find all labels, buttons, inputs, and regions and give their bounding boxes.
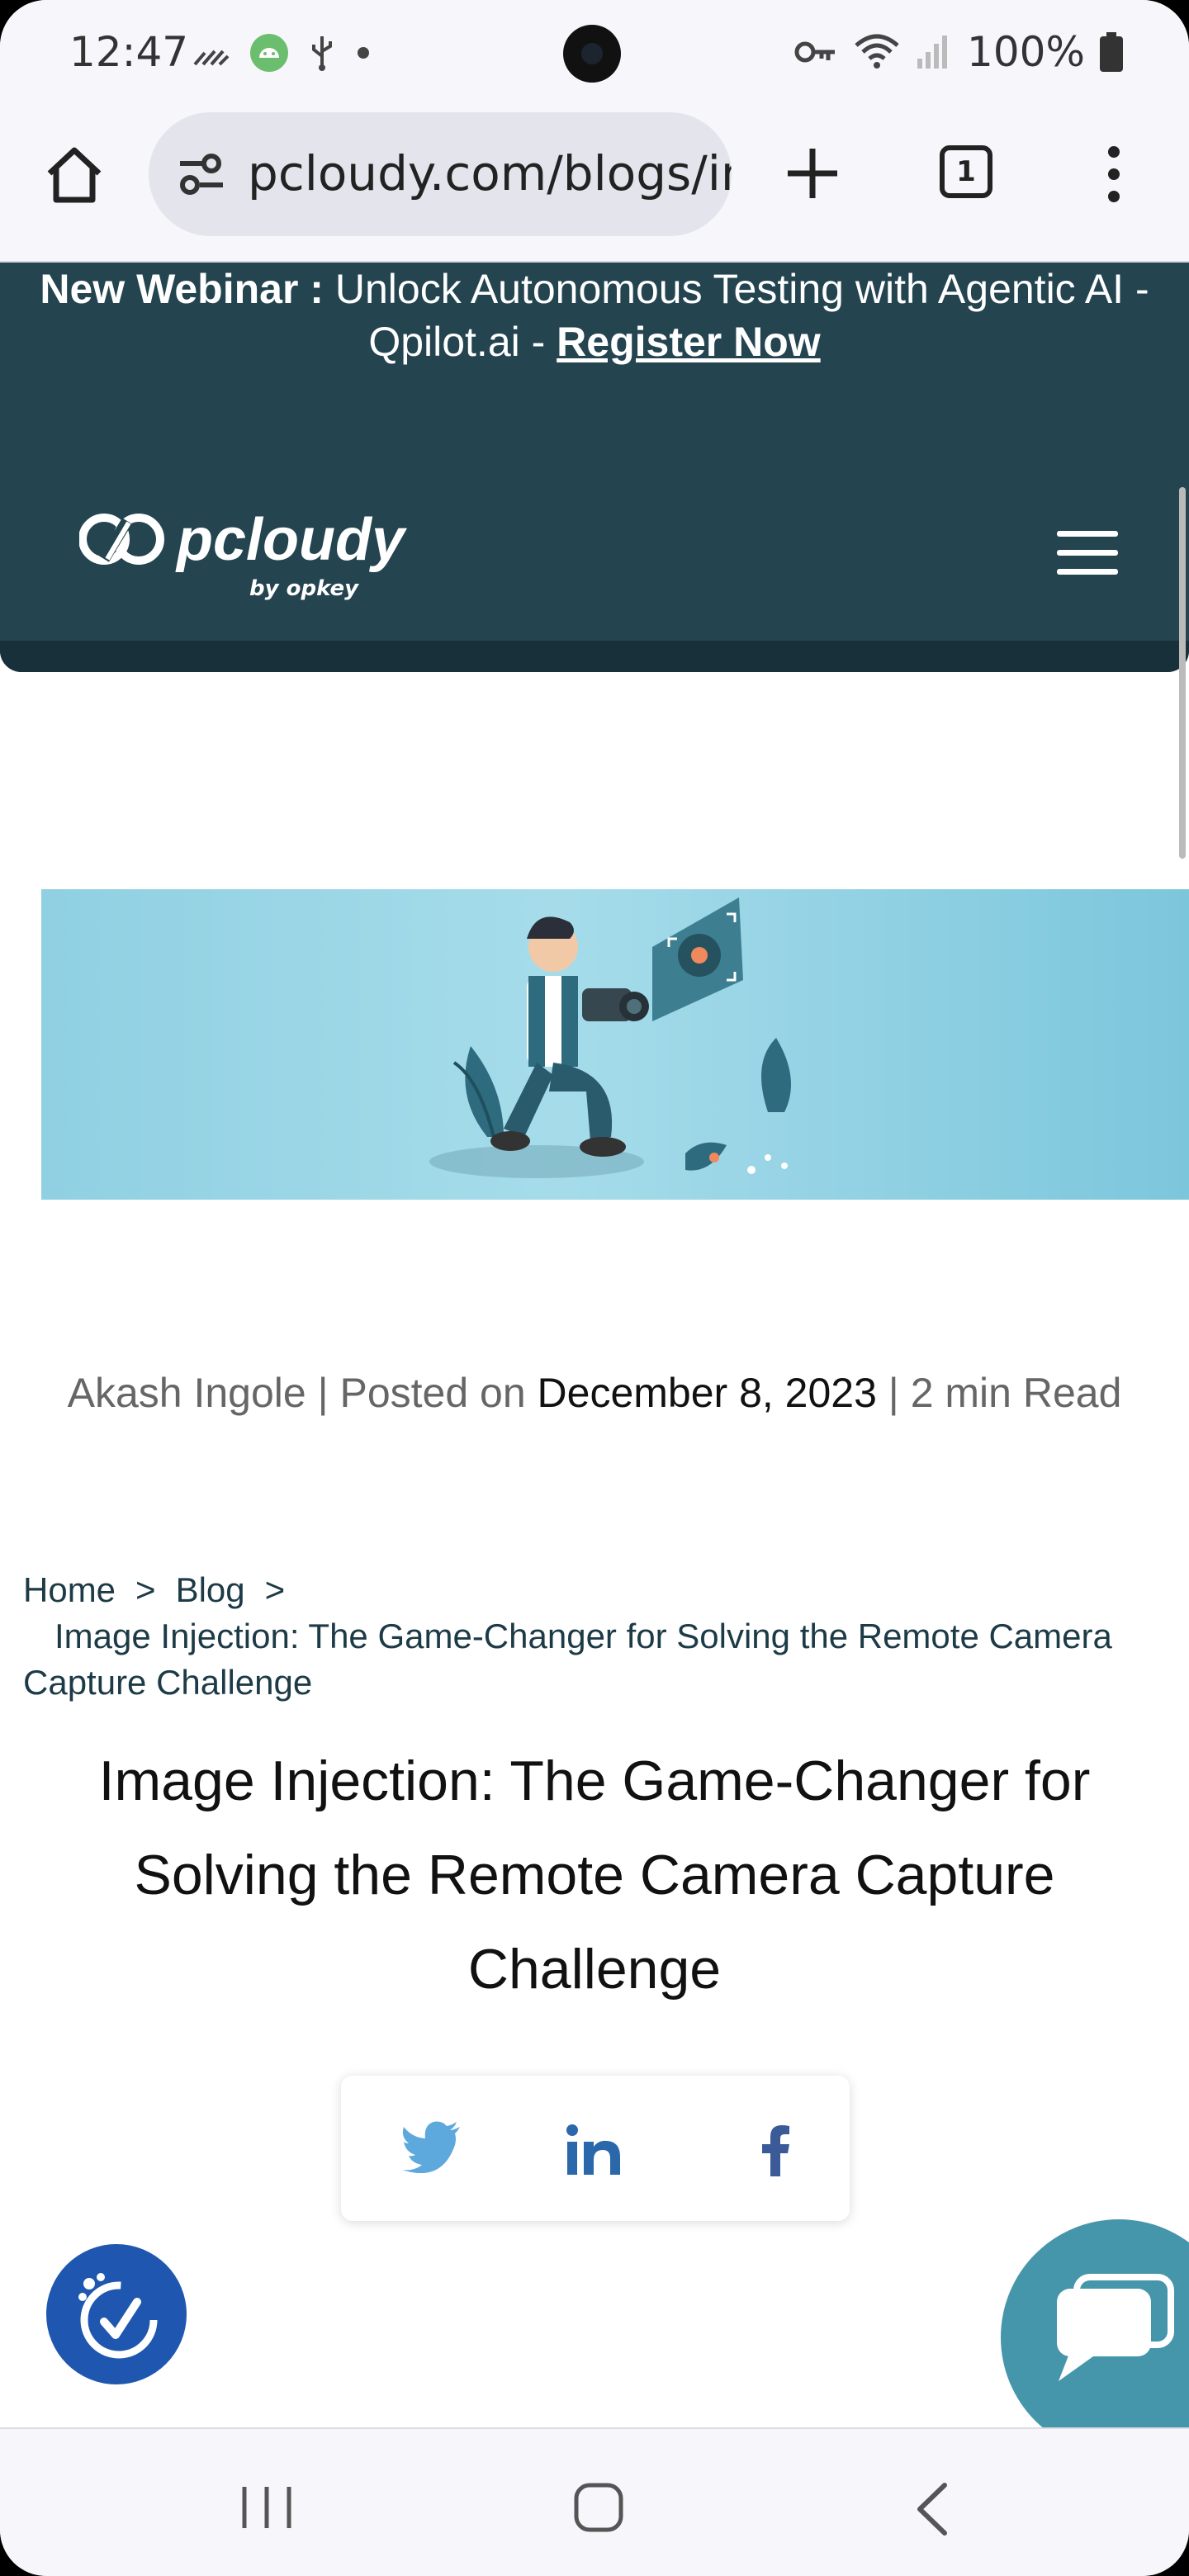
chat-button[interactable] <box>1001 2219 1189 2455</box>
breadcrumb-current: Image Injection: The Game-Changer for So… <box>23 1617 1112 1702</box>
share-bar <box>341 2076 850 2221</box>
recent-apps-icon[interactable] <box>239 2484 294 2531</box>
home-icon[interactable] <box>41 142 107 208</box>
brand-name: pcloudy <box>177 507 405 573</box>
status-time: 12:47 <box>69 28 189 76</box>
site-header: New Webinar : Unlock Autonomous Testing … <box>0 263 1189 672</box>
announcement-banner: New Webinar : Unlock Autonomous Testing … <box>33 263 1156 368</box>
status-notification-icons <box>190 33 372 73</box>
tab-switcher-button[interactable]: 1 <box>940 145 992 198</box>
post-meta: Akash Ingole | Posted on December 8, 202… <box>67 1370 1122 1416</box>
front-camera <box>563 25 621 83</box>
menu-icon[interactable] <box>1057 531 1118 577</box>
header-stripe <box>0 641 1189 672</box>
post-author[interactable]: Akash Ingole <box>68 1370 306 1416</box>
battery-icon <box>1100 32 1123 72</box>
read-time: 2 min Read <box>910 1370 1122 1416</box>
cell-signal-icon <box>917 36 948 69</box>
breadcrumb-home[interactable]: Home <box>23 1570 116 1609</box>
facebook-icon[interactable] <box>760 2125 790 2176</box>
browser-toolbar: pcloudy.com/blogs/image-injection 1 <box>0 107 1189 263</box>
post-title: Image Injection: The Game-Changer for So… <box>98 1750 1091 2001</box>
battery-percent: 100% <box>967 28 1085 76</box>
home-nav-icon[interactable] <box>573 2482 624 2533</box>
photographer-illustration <box>429 897 791 1178</box>
status-system-icons: 100% <box>793 28 1123 76</box>
dot-icon <box>358 47 369 59</box>
twitter-icon[interactable] <box>400 2120 462 2173</box>
url-text: pcloudy.com/blogs/image-injection <box>248 145 732 201</box>
address-bar[interactable]: pcloudy.com/blogs/image-injection <box>149 112 732 236</box>
system-nav-bar <box>0 2427 1189 2576</box>
announcement-prefix: New Webinar : <box>40 266 324 312</box>
accessibility-check-icon <box>78 2273 158 2359</box>
status-bar: 12:47 100% <box>0 0 1189 107</box>
usb-icon <box>312 36 332 71</box>
site-settings-icon[interactable] <box>175 150 228 198</box>
page-scrollbar[interactable] <box>1179 487 1186 859</box>
breadcrumb-separator: > <box>135 1570 156 1609</box>
breadcrumb: Home > Blog > Image Injection: The Game-Cha… <box>23 1567 1163 1706</box>
wifi-icon <box>855 34 899 69</box>
register-now-link[interactable]: Register Now <box>557 319 821 365</box>
hero-image <box>41 889 1189 1200</box>
pcloudy-logo[interactable]: pcloudy by opkey <box>79 507 405 601</box>
back-nav-icon[interactable] <box>913 2482 950 2536</box>
key-icon <box>794 41 836 63</box>
phone-screen: 12:47 100% pcloudy.com/blogs/image-injec… <box>0 0 1189 2576</box>
post-date: December 8, 2023 <box>537 1370 877 1416</box>
android-icon <box>250 34 288 72</box>
linkedin-icon[interactable] <box>566 2124 623 2176</box>
posted-on-label: Posted on <box>339 1370 526 1416</box>
signal-activity-icon <box>193 50 230 66</box>
more-options-icon[interactable] <box>1101 145 1126 203</box>
pcloudy-logo-icon <box>79 514 164 565</box>
breadcrumb-blog[interactable]: Blog <box>176 1570 245 1609</box>
chat-icon <box>1057 2274 1174 2381</box>
accessibility-button[interactable] <box>46 2244 187 2384</box>
new-tab-icon[interactable] <box>784 145 841 201</box>
breadcrumb-separator: > <box>264 1570 286 1609</box>
brand-sub: by opkey <box>249 576 359 601</box>
